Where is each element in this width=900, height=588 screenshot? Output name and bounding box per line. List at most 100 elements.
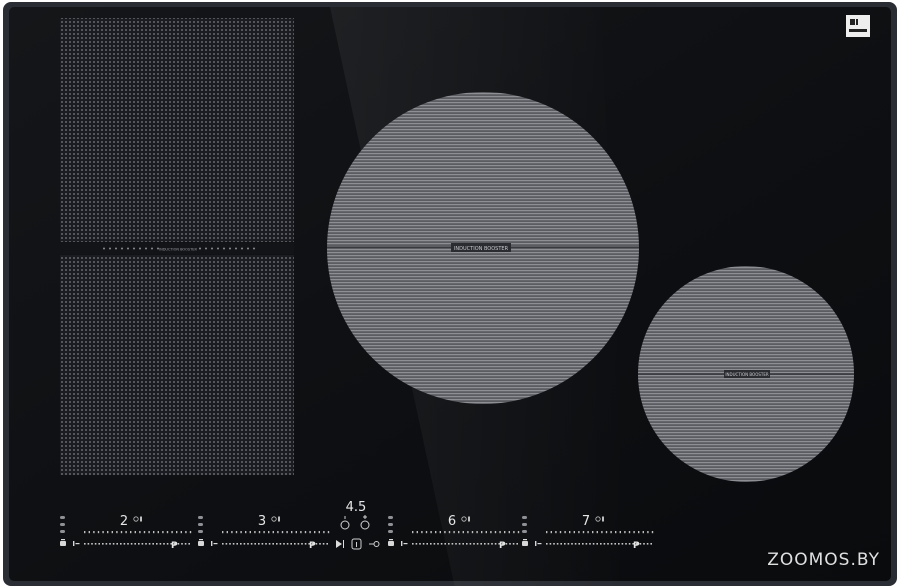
power-boost-button[interactable]: P bbox=[633, 541, 640, 551]
slider-scale-icon-bar bbox=[403, 543, 408, 545]
slider-dot bbox=[177, 543, 180, 545]
power-boost-button[interactable]: P bbox=[499, 541, 506, 551]
slider-dot bbox=[628, 543, 631, 545]
flex-booster-label: INDUCTION BOOSTER bbox=[159, 248, 197, 252]
indicator-led bbox=[522, 530, 527, 533]
slider-dot bbox=[304, 543, 307, 545]
slider-dot bbox=[134, 543, 136, 545]
slider-dot bbox=[610, 543, 613, 545]
scale-tick bbox=[171, 531, 173, 534]
scale-tick bbox=[573, 531, 575, 534]
pot-icon-lid bbox=[199, 539, 203, 541]
slider-dot bbox=[480, 543, 482, 545]
slider-dot bbox=[184, 543, 187, 545]
slider-dot bbox=[315, 543, 318, 545]
scale-tick bbox=[245, 531, 247, 534]
slider-scale-icon bbox=[211, 541, 213, 546]
scale-tick bbox=[504, 531, 506, 534]
slider-dot bbox=[272, 543, 274, 545]
slider-dot bbox=[589, 543, 591, 545]
pot-icon-lid bbox=[523, 539, 527, 541]
slider-dot bbox=[625, 543, 627, 545]
slider-dot bbox=[462, 543, 464, 545]
scale-tick bbox=[435, 531, 437, 534]
scale-tick bbox=[153, 531, 155, 534]
slider-dot bbox=[556, 543, 559, 545]
scale-tick bbox=[610, 531, 612, 534]
scale-tick bbox=[226, 531, 228, 534]
slider-dot bbox=[109, 543, 111, 545]
slider-dot bbox=[294, 543, 296, 545]
scale-tick bbox=[601, 531, 603, 534]
scale-tick bbox=[258, 531, 261, 534]
pot-icon[interactable] bbox=[388, 541, 394, 546]
scale-tick bbox=[272, 531, 274, 534]
scale-tick bbox=[485, 531, 487, 534]
scale-tick bbox=[633, 531, 635, 534]
slider-dot bbox=[297, 543, 300, 545]
slider-dot bbox=[412, 543, 414, 545]
slider-dot bbox=[243, 543, 246, 545]
scale-tick bbox=[508, 531, 510, 534]
scale-tick bbox=[231, 531, 233, 534]
scale-tick bbox=[166, 531, 169, 534]
power-boost-button[interactable]: P bbox=[309, 541, 316, 551]
scale-tick bbox=[458, 531, 460, 534]
slider-dot bbox=[276, 543, 278, 545]
slider-dot bbox=[600, 543, 602, 545]
indicator-led bbox=[198, 516, 203, 519]
slider-dot bbox=[265, 543, 267, 545]
scale-tick bbox=[249, 531, 251, 534]
scale-tick bbox=[111, 531, 113, 534]
slider-dot bbox=[571, 543, 573, 545]
indicator-led bbox=[60, 530, 65, 533]
indicator-led bbox=[388, 523, 393, 526]
slider-dot bbox=[621, 543, 624, 545]
slider-dot bbox=[469, 543, 472, 545]
slider-scale-icon bbox=[535, 541, 537, 546]
slider-dot bbox=[94, 543, 97, 545]
slider-dot bbox=[138, 543, 140, 545]
indicator-led bbox=[198, 530, 203, 533]
slider-dot bbox=[607, 543, 609, 545]
scale-tick bbox=[281, 531, 284, 534]
slider-dot bbox=[105, 543, 108, 545]
scale-tick bbox=[448, 531, 451, 534]
slider-dot bbox=[494, 543, 497, 545]
pot-icon[interactable] bbox=[198, 541, 204, 546]
slider-scale-icon bbox=[401, 541, 403, 546]
pot-icon-lid bbox=[389, 539, 393, 541]
slider-dot bbox=[301, 543, 303, 545]
scale-tick bbox=[638, 531, 640, 534]
flex-zone-top bbox=[60, 18, 294, 242]
slider-dot bbox=[564, 543, 566, 545]
scale-tick bbox=[157, 531, 159, 534]
slider-dot bbox=[91, 543, 93, 545]
slider-dot bbox=[240, 543, 242, 545]
slider-dot bbox=[618, 543, 620, 545]
slider-dot bbox=[290, 543, 292, 545]
slider-dot bbox=[156, 543, 158, 545]
power-boost-button[interactable]: P bbox=[171, 541, 178, 551]
slider-dot bbox=[279, 543, 282, 545]
slider-dot bbox=[141, 543, 144, 545]
pot-icon[interactable] bbox=[522, 541, 528, 546]
scale-tick bbox=[476, 531, 478, 534]
scale-tick bbox=[134, 531, 136, 534]
slider-dot bbox=[148, 543, 151, 545]
scale-tick bbox=[222, 531, 224, 534]
indicator-led bbox=[388, 530, 393, 533]
scale-tick bbox=[596, 531, 598, 534]
slider-dot bbox=[455, 543, 457, 545]
scale-tick bbox=[148, 531, 150, 534]
slider-dot bbox=[112, 543, 115, 545]
slider-dot bbox=[419, 543, 421, 545]
scale-tick bbox=[462, 531, 464, 534]
scale-tick bbox=[143, 531, 146, 534]
scale-tick bbox=[494, 531, 497, 534]
slider-dot bbox=[236, 543, 238, 545]
slider-dot bbox=[505, 543, 508, 545]
slider-dot bbox=[422, 543, 425, 545]
pot-icon[interactable] bbox=[60, 541, 66, 546]
bridge-icon bbox=[140, 516, 142, 522]
